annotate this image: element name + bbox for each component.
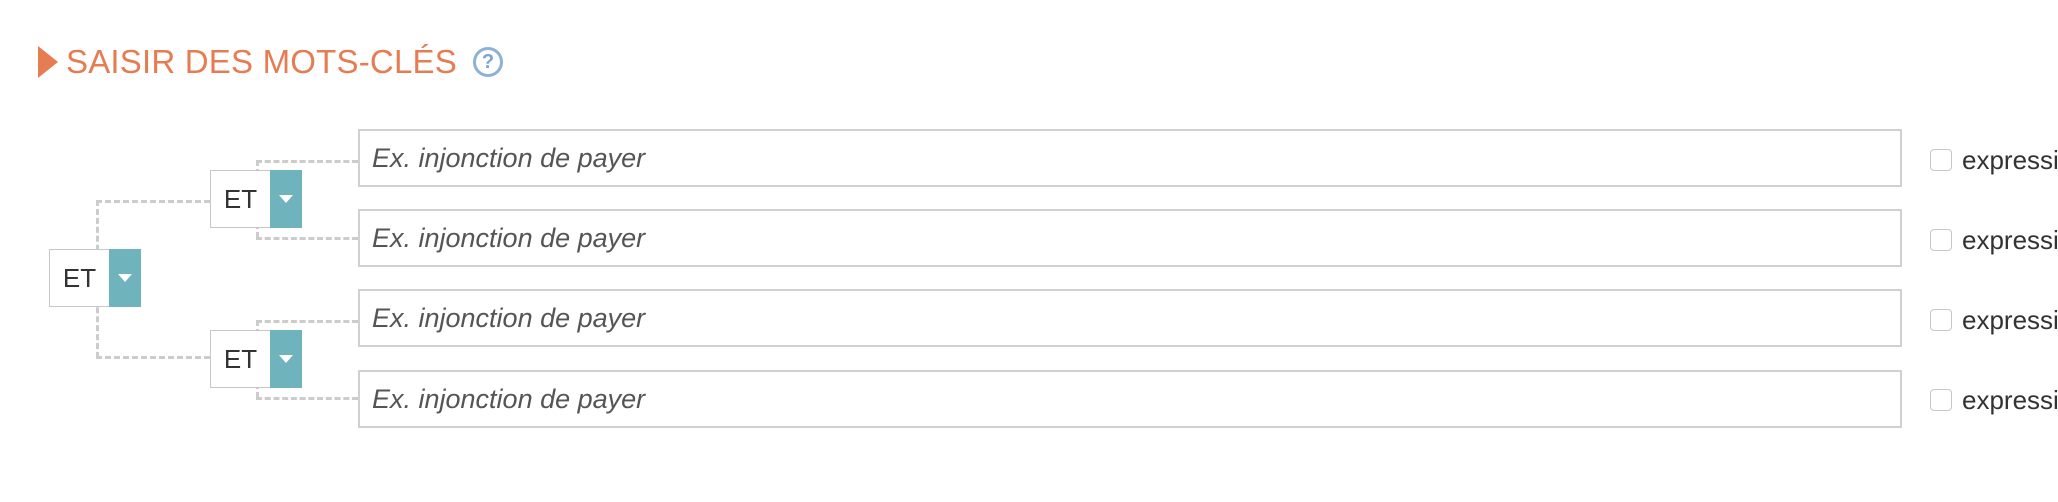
caret-down-icon bbox=[118, 274, 132, 282]
connector-group-1-to-keyword-2 bbox=[256, 237, 358, 240]
help-icon[interactable]: ? bbox=[472, 47, 503, 77]
keyword-input-1[interactable] bbox=[358, 129, 1902, 187]
expression-option-1[interactable]: expressi bbox=[1930, 131, 2058, 189]
section-title: SAISIR DES MOTS-CLÉS bbox=[66, 43, 457, 80]
caret-down-icon bbox=[279, 195, 293, 203]
operator-root-label: ET bbox=[49, 249, 109, 307]
expression-checkbox[interactable] bbox=[1930, 309, 1952, 331]
operator-group-1-dropdown-button[interactable] bbox=[270, 170, 302, 228]
caret-down-icon bbox=[279, 355, 293, 363]
keyword-input-2[interactable] bbox=[358, 209, 1902, 267]
expression-label: expressi bbox=[1962, 384, 2058, 415]
expression-label: expressi bbox=[1962, 304, 2058, 335]
expression-option-3[interactable]: expressi bbox=[1930, 291, 2058, 349]
connector-root-to-group-1 bbox=[96, 200, 210, 203]
operator-root-dropdown-button[interactable] bbox=[109, 249, 141, 307]
expression-label: expressi bbox=[1962, 144, 2058, 175]
connector-group-2-to-keyword-4 bbox=[256, 397, 358, 400]
connector-group-1-to-keyword-1 bbox=[256, 160, 358, 163]
operator-group-2-label: ET bbox=[210, 330, 270, 388]
keyword-input-3[interactable] bbox=[358, 289, 1902, 347]
expression-checkbox[interactable] bbox=[1930, 389, 1952, 411]
keyword-input-4[interactable] bbox=[358, 370, 1902, 428]
connector-root-to-group-2 bbox=[96, 356, 210, 359]
operator-group-1-label: ET bbox=[210, 170, 270, 228]
operator-group-2-dropdown-button[interactable] bbox=[270, 330, 302, 388]
expression-option-2[interactable]: expressi bbox=[1930, 211, 2058, 269]
connector-group-2-to-keyword-3 bbox=[256, 320, 358, 323]
operator-root[interactable]: ET bbox=[49, 249, 141, 307]
expression-label: expressi bbox=[1962, 224, 2058, 255]
operator-group-2[interactable]: ET bbox=[210, 330, 302, 388]
operator-group-1[interactable]: ET bbox=[210, 170, 302, 228]
expression-checkbox[interactable] bbox=[1930, 229, 1952, 251]
expression-option-4[interactable]: expressi bbox=[1930, 371, 2058, 429]
collapse-arrow-icon[interactable] bbox=[38, 46, 58, 78]
expression-checkbox[interactable] bbox=[1930, 149, 1952, 171]
section-header: SAISIR DES MOTS-CLÉS ? bbox=[38, 40, 503, 84]
